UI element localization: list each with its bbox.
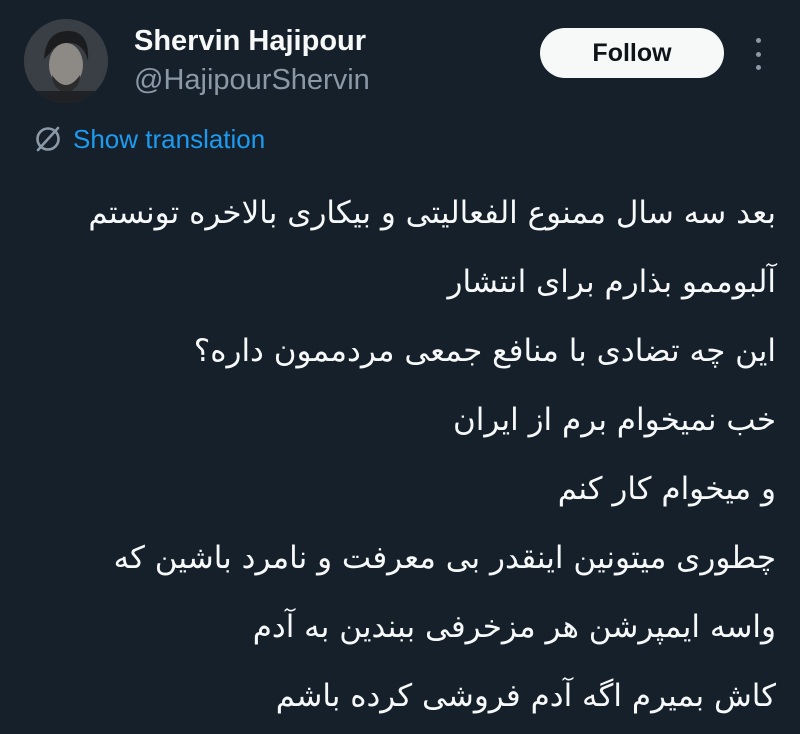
follow-button[interactable]: Follow	[540, 28, 724, 78]
show-translation-label: Show translation	[73, 123, 266, 154]
avatar[interactable]	[24, 19, 108, 103]
tweet-text: بعد سه سال ممنوع الفعالیتی و بیکاری بالا…	[16, 179, 776, 731]
show-translation-link[interactable]: Show translation	[34, 121, 265, 157]
tweet-line: این چه تضادی با منافع جمعی مردممون داره؟	[193, 333, 776, 369]
tweet-line: خب نمیخوام برم از ایران	[453, 402, 776, 438]
tweet-line: واسه ایمپرشن هر مزخرفی ببندین به آدم	[252, 609, 776, 645]
more-dot	[755, 65, 761, 70]
tweet-line: بعد سه سال ممنوع الفعالیتی و بیکاری بالا…	[88, 195, 776, 231]
tweet-line: چطوری میتونین اینقدر بی معرفت و نامرد با…	[113, 540, 776, 576]
more-options-icon[interactable]	[746, 38, 770, 70]
tweet-line: کاش بمیرم اگه آدم فروشی کرده باشم	[275, 678, 776, 714]
tweet-line: آلبوممو بذارم برای انتشار	[447, 264, 776, 300]
avatar-photo	[24, 19, 108, 103]
more-dot	[755, 51, 761, 57]
author-display-name[interactable]: Shervin Hajipour	[134, 23, 366, 59]
tweet-line: و میخوام کار کنم	[557, 471, 776, 507]
more-dot	[755, 38, 761, 43]
author-handle[interactable]: @HajipourShervin	[134, 62, 370, 98]
translate-globe-icon	[34, 125, 62, 153]
